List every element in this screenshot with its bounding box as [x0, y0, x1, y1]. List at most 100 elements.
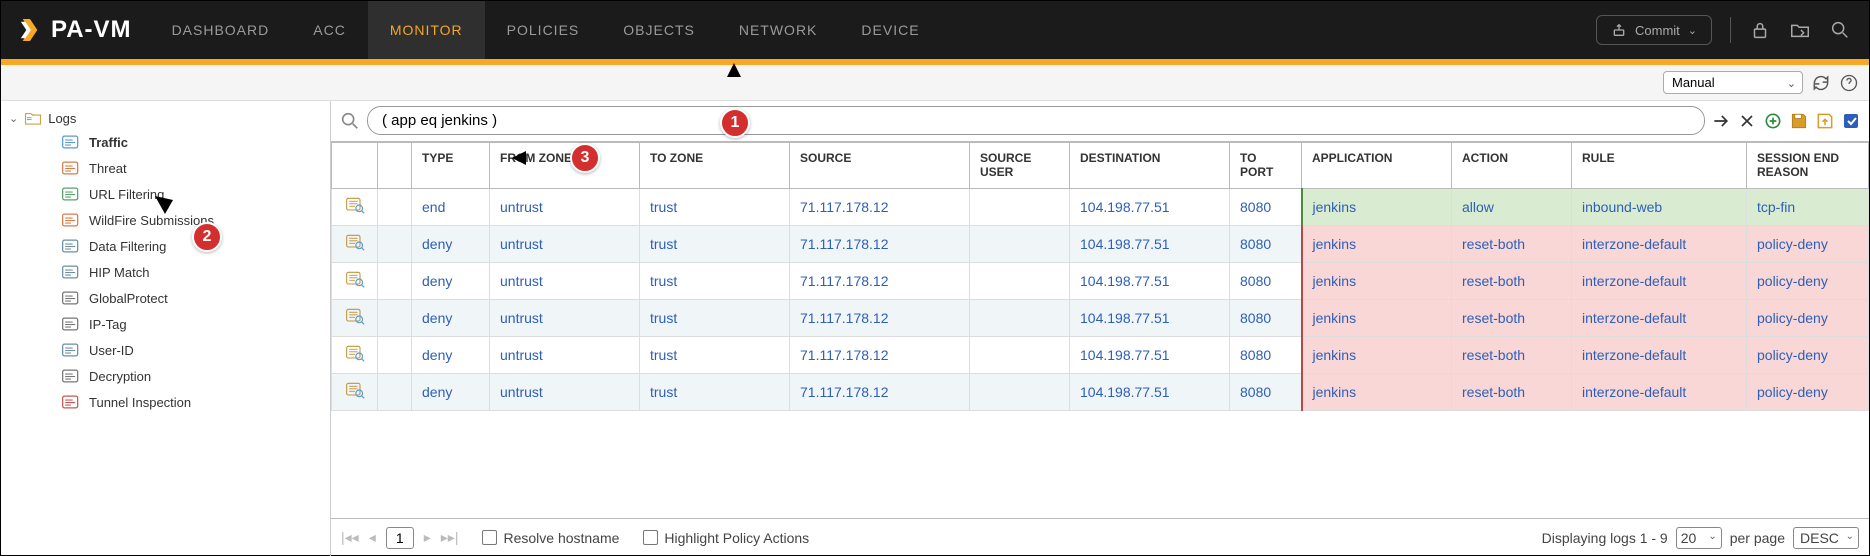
- row-detail-button[interactable]: [332, 188, 378, 225]
- cell-su: [970, 299, 1070, 336]
- row-detail-button[interactable]: [332, 336, 378, 373]
- save-filter-icon[interactable]: [1789, 111, 1809, 131]
- nav-device[interactable]: DEVICE: [839, 1, 941, 59]
- sidebar-item-hip-match[interactable]: HIP Match: [5, 259, 326, 285]
- main-nav: DASHBOARDACCMONITORPOLICIESOBJECTSNETWOR…: [150, 1, 942, 59]
- cell-dst: 104.198.77.51: [1070, 188, 1230, 225]
- chevron-down-icon: ⌄: [1846, 531, 1854, 542]
- sidebar-item-ip-tag[interactable]: IP-Tag: [5, 311, 326, 337]
- cell-su: [970, 373, 1070, 410]
- cell-from: untrust: [490, 225, 640, 262]
- sidebar-root-label: Logs: [48, 111, 76, 126]
- table-row[interactable]: denyuntrusttrust71.117.178.12104.198.77.…: [332, 299, 1869, 336]
- col-header[interactable]: SOURCE USER: [970, 143, 1070, 189]
- pager-prev-icon[interactable]: ◂: [369, 529, 376, 546]
- help-icon[interactable]: [1839, 73, 1859, 93]
- col-header[interactable]: SESSION END REASON: [1747, 143, 1869, 189]
- log-type-icon: [61, 341, 81, 359]
- folder-arrow-icon[interactable]: [1789, 19, 1811, 41]
- highlight-policy-checkbox[interactable]: Highlight Policy Actions: [643, 530, 809, 546]
- cell-port: 8080: [1230, 225, 1302, 262]
- row-detail-button[interactable]: [332, 299, 378, 336]
- nav-network[interactable]: NETWORK: [717, 1, 840, 59]
- cell-src: 71.117.178.12: [790, 299, 970, 336]
- sort-select[interactable]: DESC ⌄: [1793, 527, 1859, 549]
- toolbar: Manual ⌄: [1, 65, 1869, 101]
- cell-port: 8080: [1230, 336, 1302, 373]
- row-detail-button[interactable]: [332, 262, 378, 299]
- refresh-icon[interactable]: [1811, 73, 1831, 93]
- col-header[interactable]: DESTINATION: [1070, 143, 1230, 189]
- cell-port: 8080: [1230, 188, 1302, 225]
- load-filter-icon[interactable]: [1815, 111, 1835, 131]
- cell-to: trust: [640, 262, 790, 299]
- perpage-select[interactable]: 20 ⌄: [1676, 527, 1722, 549]
- search-icon[interactable]: [1829, 19, 1851, 41]
- col-header[interactable]: TO PORT: [1230, 143, 1302, 189]
- sidebar-item-threat[interactable]: Threat: [5, 155, 326, 181]
- sidebar-item-traffic[interactable]: Traffic: [5, 129, 326, 155]
- cell-to: trust: [640, 373, 790, 410]
- nav-dashboard[interactable]: DASHBOARD: [150, 1, 292, 59]
- main-area: ⌄ Logs TrafficThreatURL FilteringWildFir…: [1, 101, 1869, 556]
- col-header[interactable]: TO ZONE: [640, 143, 790, 189]
- cell-su: [970, 225, 1070, 262]
- log-type-icon: [61, 289, 81, 307]
- apply-filter-icon[interactable]: [1711, 111, 1731, 131]
- log-type-icon: [61, 159, 81, 177]
- pager-next-icon[interactable]: ▸: [424, 529, 431, 546]
- nav-acc[interactable]: ACC: [291, 1, 368, 59]
- lock-icon[interactable]: [1749, 19, 1771, 41]
- sidebar-item-decryption[interactable]: Decryption: [5, 363, 326, 389]
- row-detail-button[interactable]: [332, 373, 378, 410]
- table-row[interactable]: denyuntrusttrust71.117.178.12104.198.77.…: [332, 373, 1869, 410]
- filter-input[interactable]: [367, 106, 1705, 135]
- sidebar-item-label: Tunnel Inspection: [89, 395, 191, 410]
- cell-to: trust: [640, 188, 790, 225]
- table-row[interactable]: denyuntrusttrust71.117.178.12104.198.77.…: [332, 225, 1869, 262]
- sidebar-item-label: IP-Tag: [89, 317, 127, 332]
- col-header[interactable]: SOURCE: [790, 143, 970, 189]
- log-table: TYPEFROM ZONETO ZONESOURCESOURCE USERDES…: [331, 142, 1869, 411]
- sidebar-item-label: Threat: [89, 161, 127, 176]
- log-type-icon: [61, 315, 81, 333]
- cell-port: 8080: [1230, 299, 1302, 336]
- displaying-label: Displaying logs 1 - 9: [1542, 530, 1668, 546]
- sidebar-item-globalprotect[interactable]: GlobalProtect: [5, 285, 326, 311]
- sidebar-item-tunnel-inspection[interactable]: Tunnel Inspection: [5, 389, 326, 415]
- col-header[interactable]: [378, 143, 412, 189]
- table-row[interactable]: denyuntrusttrust71.117.178.12104.198.77.…: [332, 336, 1869, 373]
- log-type-icon: [61, 211, 81, 229]
- sidebar-root-logs[interactable]: ⌄ Logs: [5, 107, 326, 129]
- clear-filter-icon[interactable]: [1737, 111, 1757, 131]
- export-icon[interactable]: [1841, 111, 1861, 131]
- cell-app: jenkins: [1302, 373, 1452, 410]
- table-row[interactable]: denyuntrusttrust71.117.178.12104.198.77.…: [332, 262, 1869, 299]
- table-row[interactable]: enduntrusttrust71.117.178.12104.198.77.5…: [332, 188, 1869, 225]
- log-type-icon: [61, 185, 81, 203]
- nav-objects[interactable]: OBJECTS: [601, 1, 717, 59]
- nav-monitor[interactable]: MONITOR: [368, 1, 485, 59]
- pager-last-icon[interactable]: ▸▸|: [441, 529, 459, 546]
- sidebar-item-label: GlobalProtect: [89, 291, 168, 306]
- row-blank: [378, 336, 412, 373]
- pager-first-icon[interactable]: |◂◂: [341, 529, 359, 546]
- row-blank: [378, 225, 412, 262]
- sidebar-item-user-id[interactable]: User-ID: [5, 337, 326, 363]
- add-filter-icon[interactable]: [1763, 111, 1783, 131]
- row-detail-button[interactable]: [332, 225, 378, 262]
- commit-button[interactable]: Commit ⌄: [1596, 15, 1712, 45]
- col-header[interactable]: RULE: [1572, 143, 1747, 189]
- col-header[interactable]: ACTION: [1452, 143, 1572, 189]
- refresh-mode-select[interactable]: Manual ⌄: [1663, 71, 1803, 94]
- resolve-hostname-checkbox[interactable]: Resolve hostname: [482, 530, 619, 546]
- cell-type: deny: [412, 262, 490, 299]
- cell-dst: 104.198.77.51: [1070, 336, 1230, 373]
- cell-src: 71.117.178.12: [790, 225, 970, 262]
- col-header[interactable]: [332, 143, 378, 189]
- sidebar-item-label: HIP Match: [89, 265, 149, 280]
- col-header[interactable]: APPLICATION: [1302, 143, 1452, 189]
- page-input[interactable]: [386, 527, 414, 549]
- col-header[interactable]: TYPE: [412, 143, 490, 189]
- nav-policies[interactable]: POLICIES: [485, 1, 602, 59]
